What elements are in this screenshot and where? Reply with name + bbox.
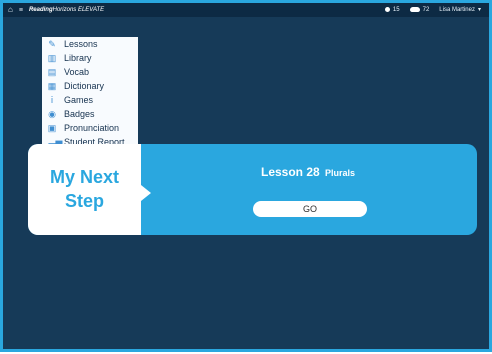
- pencil-icon: ✎: [48, 38, 56, 49]
- brand-regular: Horizons ELEVATE: [52, 7, 105, 13]
- menu-icon[interactable]: ≡: [19, 7, 23, 14]
- next-step-arrow: [141, 185, 151, 201]
- menu-item-label: Badges: [64, 109, 95, 119]
- lesson-subtitle: Plurals: [325, 168, 356, 178]
- library-icon: ▥: [47, 52, 57, 63]
- vocab-icon: ▤: [47, 66, 57, 77]
- menu-item-dictionary[interactable]: ▦ Dictionary: [42, 79, 138, 93]
- star-icon: [384, 7, 390, 12]
- menu-item-vocab[interactable]: ▤ Vocab: [42, 65, 138, 79]
- lesson-number: Lesson 28: [261, 165, 320, 179]
- user-name[interactable]: Lisa Martinez: [439, 7, 475, 13]
- coins-count: 72: [422, 6, 430, 13]
- menu-item-label: Lessons: [64, 39, 98, 49]
- my-next-step-label: My Next Step: [28, 165, 141, 213]
- lesson-title: Lesson 28 Plurals: [261, 165, 355, 179]
- menu-item-label: Pronunciation: [64, 123, 120, 133]
- pronunciation-icon: ▣: [47, 122, 57, 133]
- chevron-down-icon[interactable]: ▾: [478, 6, 481, 13]
- badge-icon: ◉: [48, 108, 56, 119]
- my-next-label-line-1: My Next: [49, 167, 120, 187]
- menu-item-label: Dictionary: [64, 81, 105, 91]
- menu-item-label: Library: [64, 53, 92, 63]
- brand-logo: ReadingHorizons ELEVATE: [29, 7, 104, 13]
- menu-item-lessons[interactable]: ✎ Lessons: [42, 37, 138, 51]
- go-button[interactable]: GO: [253, 201, 367, 217]
- menu-item-library[interactable]: ▥ Library: [42, 51, 138, 65]
- dictionary-icon: ▦: [47, 80, 57, 91]
- coins-stat: 72: [409, 6, 430, 13]
- user-menu[interactable]: Lisa Martinez ▾: [439, 6, 481, 14]
- go-button-label: GO: [302, 204, 317, 214]
- my-next-label-line-2: Step: [64, 191, 104, 211]
- menu-item-label: Games: [64, 95, 94, 105]
- brand-bold: Reading: [28, 7, 53, 13]
- menu-item-badges[interactable]: ◉ Badges: [42, 107, 138, 121]
- menu-item-games[interactable]: ⅰ Games: [42, 93, 138, 107]
- games-icon: ⅰ: [50, 94, 54, 105]
- top-bar: ⌂ ≡ ReadingHorizons ELEVATE 15 72 Lisa M…: [3, 3, 489, 17]
- coin-icon: [409, 7, 420, 12]
- menu-item-label: Vocab: [64, 67, 90, 77]
- stars-stat: 15: [384, 6, 400, 13]
- stars-count: 15: [392, 6, 400, 13]
- app-frame: ⌂ ≡ ReadingHorizons ELEVATE 15 72 Lisa M…: [0, 0, 492, 352]
- home-icon[interactable]: ⌂: [8, 6, 13, 14]
- menu-item-pronunciation[interactable]: ▣ Pronunciation: [42, 121, 138, 135]
